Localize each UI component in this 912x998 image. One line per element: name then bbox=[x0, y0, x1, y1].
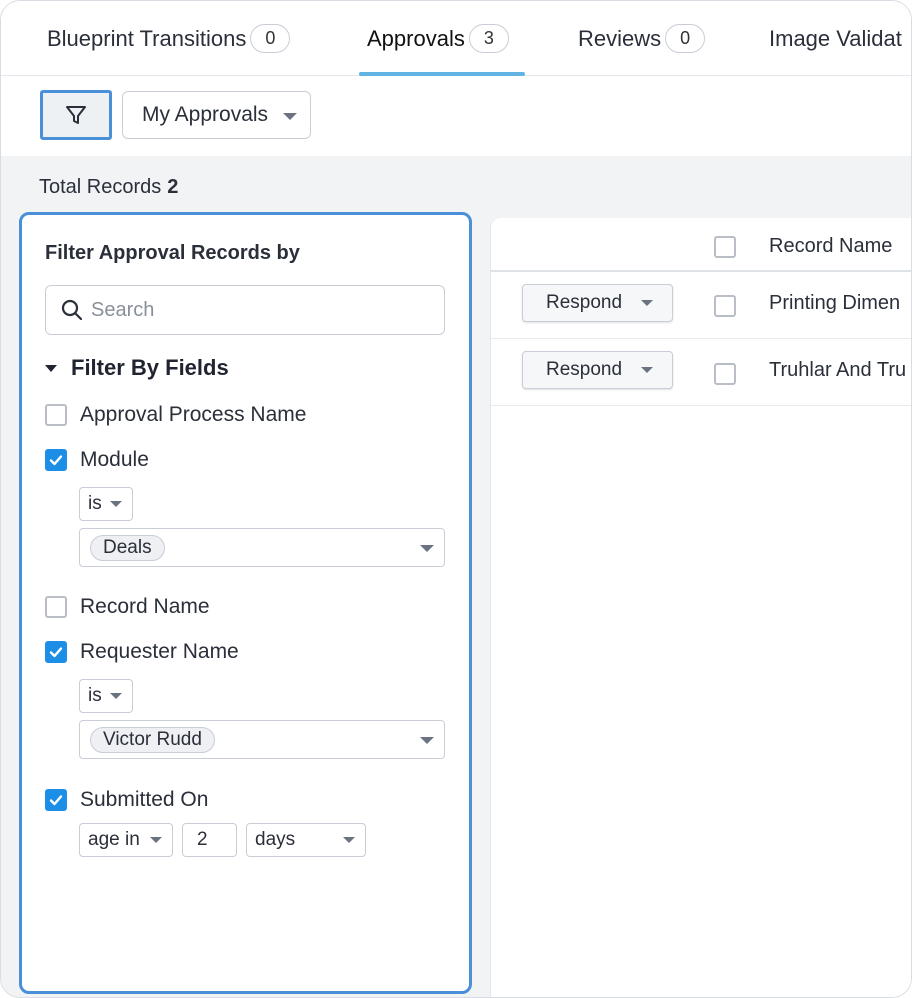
checkbox-checked[interactable] bbox=[45, 449, 67, 471]
table-row: Respond Printing Dimen bbox=[491, 272, 911, 339]
checkmark-icon bbox=[49, 455, 63, 466]
module-operator-select[interactable]: is bbox=[79, 487, 133, 521]
toolbar: My Approvals bbox=[1, 76, 911, 156]
row-checkbox[interactable] bbox=[714, 363, 736, 385]
filter-funnel-icon bbox=[66, 106, 86, 124]
checkbox[interactable] bbox=[45, 596, 67, 618]
view-dropdown[interactable]: My Approvals bbox=[122, 91, 311, 139]
chevron-down-icon bbox=[641, 300, 653, 306]
app-frame: Blueprint Transitions 0 Approvals 3 Revi… bbox=[0, 0, 912, 998]
field-submitted-on[interactable]: Submitted On bbox=[45, 788, 208, 812]
checkbox-checked[interactable] bbox=[45, 789, 67, 811]
tab-blueprint-transitions[interactable]: Blueprint Transitions 0 bbox=[47, 1, 291, 76]
respond-label: Respond bbox=[546, 292, 623, 313]
value-chip: Victor Rudd bbox=[90, 727, 215, 753]
field-requester-name[interactable]: Requester Name bbox=[45, 640, 239, 664]
chevron-down-icon bbox=[641, 367, 653, 373]
search-icon bbox=[61, 299, 83, 321]
tab-label: Approvals bbox=[367, 25, 465, 51]
select-all-checkbox[interactable] bbox=[714, 236, 736, 258]
field-label: Record Name bbox=[80, 595, 210, 618]
total-records: Total Records 2 bbox=[39, 176, 178, 199]
tab-reviews[interactable]: Reviews 0 bbox=[578, 1, 706, 76]
caret-down-icon bbox=[45, 364, 57, 372]
chevron-down-icon bbox=[150, 837, 162, 843]
field-label: Approval Process Name bbox=[80, 403, 307, 426]
tab-label: Blueprint Transitions bbox=[47, 25, 247, 51]
respond-button[interactable]: Respond bbox=[522, 351, 673, 389]
filter-panel: Filter Approval Records by Search Filter… bbox=[19, 212, 472, 994]
chevron-down-icon bbox=[110, 693, 122, 699]
row-checkbox[interactable] bbox=[714, 295, 736, 317]
checkmark-icon bbox=[49, 647, 63, 658]
submitted-unit-select[interactable]: days bbox=[246, 823, 366, 857]
search-placeholder: Search bbox=[91, 298, 155, 321]
submitted-amount-input[interactable]: 2 bbox=[182, 823, 237, 857]
respond-button[interactable]: Respond bbox=[522, 284, 673, 322]
table-header: Record Name bbox=[491, 218, 911, 272]
tab-label: Reviews bbox=[578, 25, 662, 51]
respond-label: Respond bbox=[546, 359, 623, 380]
module-value-select[interactable]: Deals bbox=[79, 528, 445, 567]
tab-label: Image Validat bbox=[769, 25, 902, 51]
operator-label: age in bbox=[88, 829, 140, 850]
operator-label: is bbox=[88, 685, 102, 706]
tab-count-badge: 0 bbox=[250, 24, 291, 53]
unit-label: days bbox=[255, 829, 296, 850]
section-label: Filter By Fields bbox=[71, 355, 229, 380]
chevron-down-icon bbox=[110, 501, 122, 507]
chevron-down-icon bbox=[283, 113, 297, 120]
requester-operator-select[interactable]: is bbox=[79, 679, 133, 713]
tab-image-validation[interactable]: Image Validat bbox=[769, 1, 902, 76]
field-record-name[interactable]: Record Name bbox=[45, 595, 210, 619]
view-dropdown-label: My Approvals bbox=[142, 103, 269, 126]
tab-approvals[interactable]: Approvals 3 bbox=[367, 1, 509, 76]
record-name-link[interactable]: Printing Dimen bbox=[769, 292, 900, 315]
submitted-operator-select[interactable]: age in bbox=[79, 823, 173, 857]
filter-toggle-button[interactable] bbox=[40, 90, 112, 140]
column-header-record-name[interactable]: Record Name bbox=[769, 235, 892, 258]
requester-value-select[interactable]: Victor Rudd bbox=[79, 720, 445, 759]
amount-value: 2 bbox=[197, 829, 208, 850]
field-label: Module bbox=[80, 448, 149, 471]
filter-by-fields-toggle[interactable]: Filter By Fields bbox=[45, 355, 229, 381]
checkbox-checked[interactable] bbox=[45, 641, 67, 663]
record-name-link[interactable]: Truhlar And Tru bbox=[769, 359, 906, 382]
records-table: Record Name Respond Printing Dimen Respo… bbox=[490, 218, 911, 997]
chevron-down-icon bbox=[420, 737, 434, 744]
field-module[interactable]: Module bbox=[45, 448, 149, 472]
checkbox[interactable] bbox=[45, 404, 67, 426]
value-chip: Deals bbox=[90, 535, 165, 561]
chevron-down-icon bbox=[420, 545, 434, 552]
operator-label: is bbox=[88, 493, 102, 514]
total-records-label: Total Records bbox=[39, 176, 162, 198]
field-label: Requester Name bbox=[80, 640, 239, 663]
filter-search-input[interactable]: Search bbox=[45, 285, 445, 335]
tab-count-badge: 3 bbox=[468, 24, 509, 53]
filter-panel-title: Filter Approval Records by bbox=[45, 242, 300, 264]
checkmark-icon bbox=[49, 795, 63, 806]
tab-bar: Blueprint Transitions 0 Approvals 3 Revi… bbox=[1, 1, 911, 76]
field-label: Submitted On bbox=[80, 788, 209, 811]
total-records-count: 2 bbox=[167, 176, 179, 198]
tab-count-badge: 0 bbox=[665, 24, 706, 53]
main-content: Total Records 2 Filter Approval Records b… bbox=[1, 156, 911, 997]
field-approval-process-name[interactable]: Approval Process Name bbox=[45, 403, 306, 427]
table-row: Respond Truhlar And Tru bbox=[491, 339, 911, 406]
chevron-down-icon bbox=[343, 837, 355, 843]
